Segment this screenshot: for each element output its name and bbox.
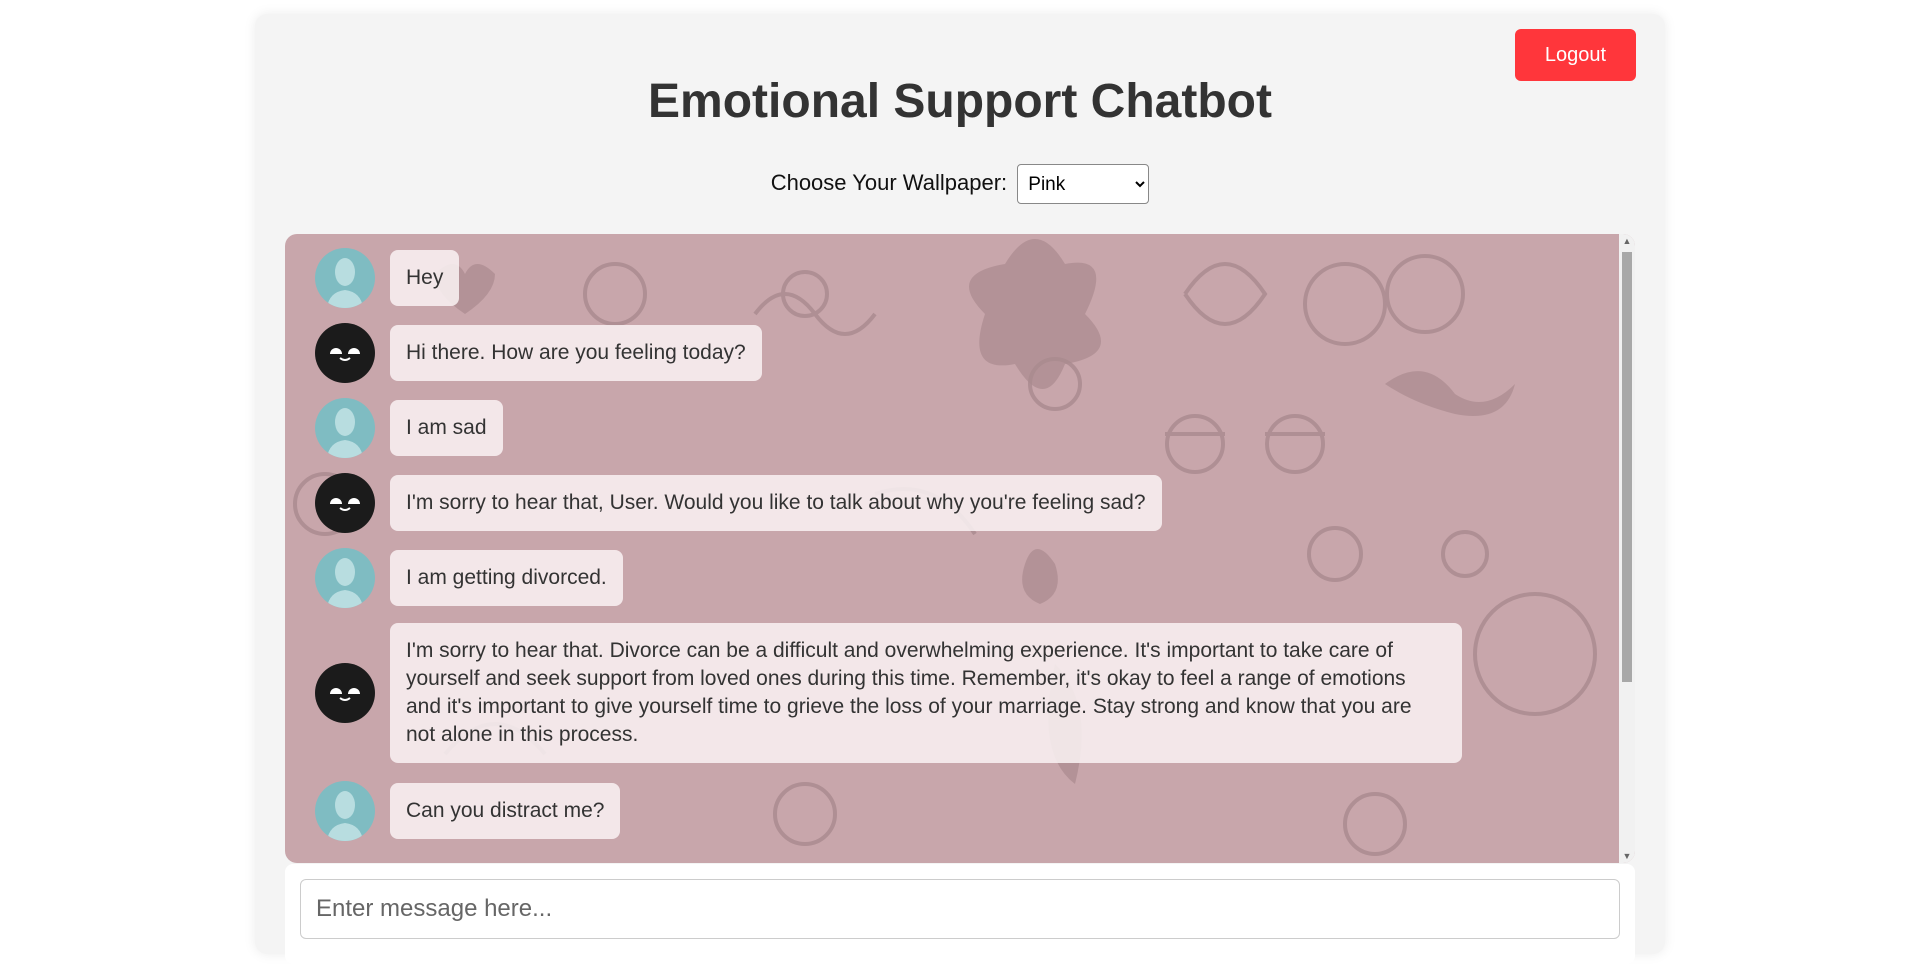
user-avatar-icon: [315, 248, 375, 308]
message-input[interactable]: [300, 879, 1620, 939]
chat-window: Hey Hi there. How are you feeling today? I…: [285, 234, 1635, 863]
scroll-down-arrow-icon[interactable]: ▼: [1619, 851, 1635, 861]
bot-message-partial: [315, 856, 1462, 863]
message-input-area: [285, 864, 1635, 964]
message-bubble: Can you distract me?: [390, 783, 621, 839]
user-avatar-icon: [315, 398, 375, 458]
wallpaper-chooser: Choose Your Wallpaper: Pink: [255, 164, 1665, 204]
user-avatar-icon: [315, 781, 375, 841]
user-message: Hey: [315, 248, 460, 308]
bot-avatar-icon: [315, 323, 375, 383]
wallpaper-label: Choose Your Wallpaper:: [770, 169, 1008, 195]
scrollbar-thumb[interactable]: [1622, 252, 1632, 682]
bot-message: I'm sorry to hear that. Divorce can be a…: [315, 623, 1462, 763]
message-bubble: I'm sorry to hear that, User. Would you …: [390, 475, 1162, 531]
bot-avatar-icon: [315, 473, 375, 533]
scroll-up-arrow-icon[interactable]: ▲: [1619, 236, 1635, 246]
bot-message: Hi there. How are you feeling today?: [315, 323, 762, 383]
bot-avatar-icon: [315, 663, 375, 723]
message-bubble: Hey: [390, 250, 460, 306]
message-bubble: Hi there. How are you feeling today?: [390, 325, 762, 381]
page-title: Emotional Support Chatbot: [648, 75, 1272, 128]
wallpaper-select[interactable]: Pink: [1017, 164, 1150, 204]
user-message: I am sad: [315, 398, 503, 458]
message-bubble: I'm sorry to hear that. Divorce can be a…: [390, 623, 1462, 763]
bot-message: I'm sorry to hear that, User. Would you …: [315, 473, 1162, 533]
user-message: I am getting divorced.: [315, 548, 623, 608]
message-bubble: I am getting divorced.: [390, 550, 623, 606]
chat-app-container: Logout Emotional Support Chatbot Choose …: [255, 14, 1665, 964]
message-bubble: I am sad: [390, 400, 503, 456]
chat-scrollbar[interactable]: ▲ ▼: [1619, 234, 1635, 863]
user-message: Can you distract me?: [315, 781, 621, 841]
user-avatar-icon: [315, 548, 375, 608]
message-list[interactable]: Hey Hi there. How are you feeling today? I…: [285, 234, 1619, 863]
